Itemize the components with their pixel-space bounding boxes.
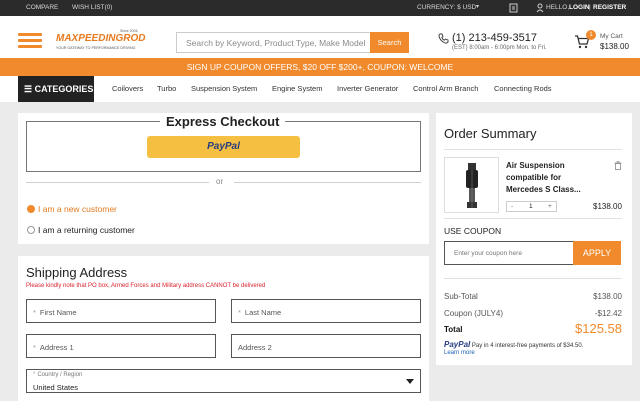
coupon-label: Coupon (JULY4): [444, 309, 503, 318]
compare-link[interactable]: COMPARE: [26, 4, 58, 11]
qty-value[interactable]: 1: [529, 203, 533, 210]
search-input[interactable]: [177, 33, 367, 53]
use-coupon-label: USE COUPON: [444, 226, 502, 236]
returning-customer-label: I am a returning customer: [38, 225, 135, 235]
quantity-stepper: - 1 +: [506, 201, 557, 212]
radio-checked-icon[interactable]: [27, 205, 35, 213]
country-select[interactable]: * Country / Region United States: [26, 369, 421, 393]
topbar-separator: |: [589, 4, 591, 11]
cart-total: $138.00: [600, 42, 629, 51]
nav-item-turbo[interactable]: Turbo: [157, 84, 176, 93]
cart-label: My Cart: [600, 33, 623, 40]
login-link[interactable]: LOGIN: [569, 4, 590, 11]
order-summary-title: Order Summary: [444, 126, 537, 141]
total-row: Total $125.58: [444, 321, 622, 338]
product-price: $138.00: [593, 202, 622, 211]
list-icon: ☰: [24, 84, 33, 94]
search-bar: Search: [176, 32, 409, 53]
phone-hours: (EST) 8:00am - 6:00pm Mon. to Fri.: [452, 45, 547, 51]
phone-icon: [438, 33, 449, 44]
nav-item-control-arm-branch[interactable]: Control Arm Branch: [413, 84, 478, 93]
address2-field[interactable]: Address 2: [231, 334, 421, 358]
currency-selector[interactable]: CURRENCY: $ USD: [417, 4, 476, 11]
register-link[interactable]: REGISTER: [593, 4, 626, 11]
site-logo[interactable]: MAXPEEDINGRODS Since 2006 YOUR GATEWAY T…: [56, 28, 152, 52]
user-icon: [536, 3, 544, 13]
cart-count-badge: 1: [586, 30, 596, 40]
nav-item-suspension-system[interactable]: Suspension System: [191, 84, 257, 93]
chevron-down-icon: [406, 379, 414, 384]
apply-coupon-button[interactable]: APPLY: [573, 241, 621, 265]
new-customer-label: I am a new customer: [38, 204, 117, 214]
express-checkout-box: Express Checkout PayPal: [26, 114, 421, 172]
nav-item-engine-system[interactable]: Engine System: [272, 84, 322, 93]
phone-number[interactable]: (1) 213-459-3517: [452, 32, 537, 44]
nav-item-coilovers[interactable]: Coilovers: [112, 84, 143, 93]
address2-placeholder: Address 2: [238, 343, 272, 352]
category-nav: ☰ CATEGORIES Coilovers Turbo Suspension …: [0, 76, 640, 102]
currency-chevron-icon: ▾: [476, 4, 480, 10]
nav-item-connecting-rods[interactable]: Connecting Rods: [494, 84, 552, 93]
categories-button[interactable]: ☰ CATEGORIES: [18, 76, 94, 102]
product-name[interactable]: Air Suspension compatible for Mercedes S…: [506, 160, 586, 196]
logo-tagline: YOUR GATEWAY TO PERFORMANCE DRIVING: [56, 46, 136, 50]
categories-label: CATEGORIES: [34, 84, 94, 94]
country-label: Country / Region: [37, 372, 83, 378]
shipping-title: Shipping Address: [26, 265, 128, 280]
address1-field[interactable]: * Address 1: [26, 334, 216, 358]
paylater-text: Pay in 4 interest-free payments of $34.5…: [471, 343, 584, 349]
logo-since: Since 2006: [120, 29, 138, 33]
site-header: MAXPEEDINGRODS Since 2006 YOUR GATEWAY T…: [0, 16, 640, 58]
coupon-input[interactable]: [445, 242, 571, 265]
qty-decrease-button[interactable]: -: [511, 203, 513, 210]
coupon-field: [444, 241, 574, 265]
total-label: Total: [444, 325, 463, 334]
paypal-paylater-message: PayPal Pay in 4 interest-free payments o…: [444, 340, 584, 356]
learn-more-link[interactable]: Learn more: [444, 350, 475, 356]
express-checkout-title: Express Checkout: [160, 114, 286, 129]
radio-unchecked-icon[interactable]: [27, 226, 35, 234]
subtotal-label: Sub-Total: [444, 292, 478, 301]
search-button[interactable]: Search: [370, 32, 409, 53]
or-text: or: [216, 177, 224, 186]
last-name-placeholder: Last Name: [244, 308, 282, 317]
country-value: United States: [33, 383, 79, 392]
or-divider: or: [26, 177, 421, 187]
coupon-value: -$12.42: [594, 309, 622, 318]
paypal-button[interactable]: PayPal: [147, 136, 300, 158]
shipping-warning-note: Please kindly note that PO box, Armed Fo…: [26, 283, 266, 289]
address1-placeholder: Address 1: [39, 343, 74, 352]
subtotal-value: $138.00: [593, 292, 622, 301]
last-name-field[interactable]: * Last Name: [231, 299, 421, 323]
first-name-field[interactable]: * First Name: [26, 299, 216, 323]
product-image[interactable]: [444, 157, 499, 213]
wishlist-link[interactable]: WISH LIST(0): [72, 4, 112, 11]
total-value: $125.58: [575, 321, 622, 336]
trash-icon[interactable]: [614, 161, 622, 170]
hello-text: HELLO,: [546, 4, 570, 11]
first-name-placeholder: First Name: [39, 308, 77, 317]
qty-increase-button[interactable]: +: [548, 203, 552, 210]
paypal-logo: PayPal: [207, 141, 240, 152]
top-utility-bar: COMPARE WISH LIST(0) CURRENCY: $ USD ▾ H…: [0, 0, 640, 16]
logo-text: MAXPEEDINGRODS: [56, 33, 146, 44]
menu-icon[interactable]: [18, 33, 42, 49]
nav-item-inverter-generator[interactable]: Inverter Generator: [337, 84, 398, 93]
order-tracking-icon[interactable]: [509, 3, 518, 13]
paypal-logo-small: PayPal: [444, 340, 471, 349]
promo-banner[interactable]: SIGN UP COUPON OFFERS, $20 OFF $200+, CO…: [0, 58, 640, 76]
